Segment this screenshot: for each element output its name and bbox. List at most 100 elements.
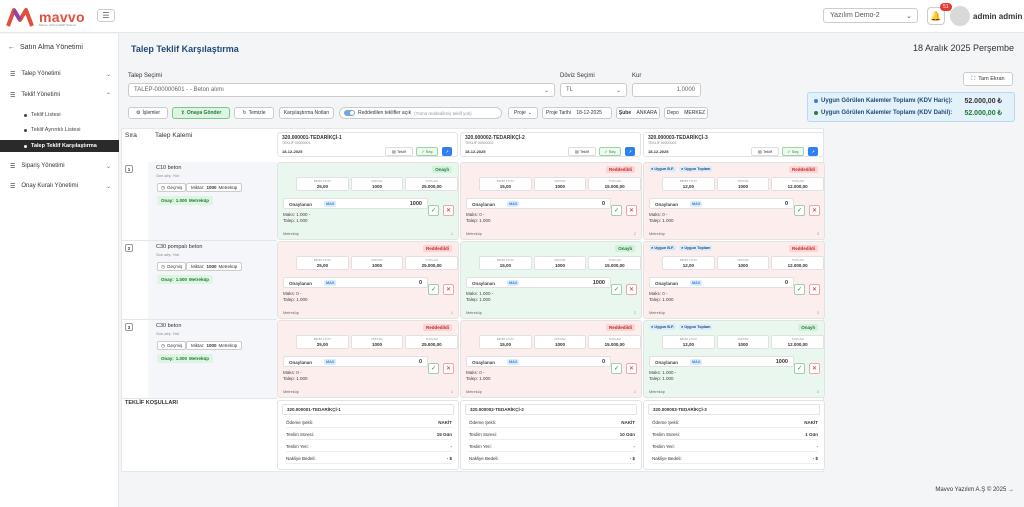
box-label: MİKTAR bbox=[554, 179, 566, 183]
approve-button[interactable]: ✓ bbox=[794, 205, 805, 216]
onay-value: 1.000 bbox=[175, 356, 188, 361]
conditions-row: Nakliye Bedeli: - $ bbox=[652, 455, 818, 464]
item-row: 1 C10 beton Son alış: Yok ◷ Geçmiş Miktar… bbox=[122, 162, 277, 241]
gecmis-button[interactable]: ◷ Geçmiş bbox=[157, 183, 187, 192]
app-logo[interactable]: mavvo Mavvo Yazılım ERP Sistemi bbox=[6, 6, 92, 30]
sidebar-subitem-teklif-ayrintili[interactable]: Teklif Ayrıntılı Listesi bbox=[0, 124, 119, 136]
approve-button[interactable]: ✓ bbox=[428, 284, 439, 295]
sidebar-item-siparis[interactable]: ☰ Sipariş Yönetimi ⌄ bbox=[0, 159, 119, 173]
miktar-info: Miktar: 1000 Metreküp bbox=[186, 262, 243, 271]
onaylanan-input[interactable]: Onaylanan MAX 0 bbox=[466, 198, 611, 209]
approve-button[interactable]: ✓ bbox=[611, 284, 622, 295]
comparison-grid: Sıra Talep Kalemi 320.000001-TEDARİKÇİ-1… bbox=[121, 128, 825, 472]
onaylanan-input[interactable]: Onaylanan MAX 0 bbox=[466, 356, 611, 367]
reject-button[interactable]: ✕ bbox=[809, 363, 820, 374]
onaylanan-input[interactable]: Onaylanan MAX 0 bbox=[649, 198, 794, 209]
sec-button[interactable]: ✓ Seç bbox=[599, 147, 621, 156]
supplier-teklif-no: TEKLİF 00000001 bbox=[282, 141, 311, 145]
gecmis-button[interactable]: ◷ Geçmiş bbox=[157, 341, 187, 350]
max-button[interactable]: MAX bbox=[324, 359, 337, 365]
gecmis-button[interactable]: ◷ Geçmiş bbox=[157, 262, 187, 271]
box-label: TOPLAM bbox=[608, 179, 621, 183]
doviz-select-value: TL bbox=[566, 87, 574, 93]
teklif-button[interactable]: ▤ Teklif bbox=[385, 147, 413, 156]
kur-input[interactable]: 1,0000 bbox=[632, 83, 701, 97]
menu-toggle-button[interactable]: ☰ bbox=[97, 9, 115, 22]
toplam-box: TOPLAM 15.000,00 bbox=[588, 335, 642, 349]
company-select[interactable]: Yazılım Demo-2 ⌄ bbox=[823, 8, 918, 23]
max-button[interactable]: MAX bbox=[507, 280, 520, 286]
limit-info: Maks: 0 - Talep: 1.000 bbox=[283, 291, 308, 303]
reject-button[interactable]: ✕ bbox=[809, 284, 820, 295]
rejected-toggle[interactable]: Reddedilen teklifler açık (Tümü reddedilm… bbox=[339, 107, 502, 119]
reject-button[interactable]: ✕ bbox=[443, 205, 454, 216]
fullscreen-button[interactable]: ⛶ Tam Ekran bbox=[963, 72, 1013, 86]
max-button[interactable]: MAX bbox=[690, 201, 703, 207]
talep-select[interactable]: TALEP-000000601 - - Beton alımı ⌄ bbox=[128, 83, 555, 97]
onaylanan-input[interactable]: Onaylanan MAX 1000 bbox=[283, 198, 428, 209]
temizle-button[interactable]: ↻ Temizle bbox=[234, 107, 274, 119]
box-value: 15.000,00 bbox=[604, 342, 625, 347]
doviz-select[interactable]: TL ⌄ bbox=[560, 83, 627, 97]
price-boxes: BİRİM FİYAT 25,00 MİKTAR 1000 TOPLAM 25.000… bbox=[296, 177, 459, 191]
reject-button[interactable]: ✕ bbox=[626, 363, 637, 374]
box-value: 25.000,00 bbox=[421, 342, 442, 347]
reject-button[interactable]: ✕ bbox=[626, 205, 637, 216]
onaylanan-input[interactable]: Onaylanan MAX 0 bbox=[649, 277, 794, 288]
sidebar-item-teklif[interactable]: ☰ Teklif Yönetimi ⌃ bbox=[0, 88, 119, 102]
total-kdv-dahil: Uygun Görülen Kalemler Toplamı (KDV Dahi… bbox=[814, 110, 1010, 117]
sidebar-subitem-karsilastirma[interactable]: Talep Teklif Karşılaştırma bbox=[0, 140, 119, 152]
reject-button[interactable]: ✕ bbox=[443, 363, 454, 374]
sidebar-subitem-teklif-listesi[interactable]: Teklif Listesi bbox=[0, 109, 119, 121]
approve-button[interactable]: ✓ bbox=[611, 205, 622, 216]
approve-button[interactable]: ✓ bbox=[428, 205, 439, 216]
birim-fiyat-box: BİRİM FİYAT 12,00 bbox=[662, 256, 715, 270]
onaylanan-value: 0 bbox=[418, 280, 422, 286]
proje-select[interactable]: Proje ⌄ bbox=[508, 107, 538, 119]
unit-text: Metreküp bbox=[283, 311, 299, 315]
max-button[interactable]: MAX bbox=[507, 359, 520, 365]
avatar[interactable] bbox=[950, 6, 970, 26]
item-cell: C30 pompalı beton Son alış: Yok ◷ Geçmiş … bbox=[148, 241, 277, 319]
reject-button[interactable]: ✕ bbox=[443, 284, 454, 295]
supplier-column-header: 320.000001-TEDARİKÇİ-1 TEKLİF 00000001 1… bbox=[277, 132, 458, 157]
onaylanan-label: Onaylanan bbox=[472, 360, 496, 365]
approve-button[interactable]: ✓ bbox=[611, 363, 622, 374]
max-button[interactable]: MAX bbox=[690, 280, 703, 286]
approve-button[interactable]: ✓ bbox=[794, 363, 805, 374]
onay-label: Onay: bbox=[161, 198, 174, 203]
teklif-button[interactable]: ▤ Teklif bbox=[568, 147, 596, 156]
reject-button[interactable]: ✕ bbox=[626, 284, 637, 295]
user-name[interactable]: admin admin bbox=[973, 12, 1022, 21]
open-link-button[interactable]: ↗ bbox=[808, 147, 818, 156]
onaylanan-input[interactable]: Onaylanan MAX 0 bbox=[283, 277, 428, 288]
onaya-gonder-button[interactable]: ⇪ Onaya Gönder bbox=[172, 107, 230, 119]
onaylanan-input[interactable]: Onaylanan MAX 0 bbox=[283, 356, 428, 367]
max-button[interactable]: MAX bbox=[690, 359, 703, 365]
sidebar-item-talep[interactable]: ☰ Talep Yönetimi ⌄ bbox=[0, 67, 119, 81]
islemler-button[interactable]: ⚙ İşlemler bbox=[128, 107, 168, 119]
condition-value: - $ bbox=[812, 456, 818, 461]
max-button[interactable]: MAX bbox=[324, 201, 337, 207]
open-link-button[interactable]: ↗ bbox=[625, 147, 635, 156]
onaylanan-value: 0 bbox=[784, 201, 788, 207]
teklif-button[interactable]: ▤ Teklif bbox=[751, 147, 779, 156]
box-label: BİRİM FİYAT bbox=[313, 337, 331, 341]
onaylanan-input[interactable]: Onaylanan MAX 1000 bbox=[649, 356, 794, 367]
sec-button[interactable]: ✓ Seç bbox=[782, 147, 804, 156]
badge-group: ● Uygun B.F. ● Uygun Toplam bbox=[649, 245, 713, 251]
condition-value: - $ bbox=[446, 456, 452, 461]
condition-value: NAKİT bbox=[438, 420, 452, 425]
karsilastirma-notlari-button[interactable]: Karşılaştırma Notları bbox=[279, 107, 334, 119]
sidebar-back[interactable]: ← Satın Alma Yönetimi bbox=[8, 44, 83, 51]
onaylanan-input[interactable]: Onaylanan MAX 1000 bbox=[466, 277, 611, 288]
open-link-button[interactable]: ↗ bbox=[442, 147, 452, 156]
approve-button[interactable]: ✓ bbox=[794, 284, 805, 295]
price-boxes: BİRİM FİYAT 15,00 MİKTAR 1000 TOPLAM 15.000… bbox=[479, 256, 642, 270]
max-button[interactable]: MAX bbox=[324, 280, 337, 286]
reject-button[interactable]: ✕ bbox=[809, 205, 820, 216]
sidebar-item-onay-kurali[interactable]: ☰ Onay Kuralı Yönetimi ⌄ bbox=[0, 179, 119, 193]
sec-button[interactable]: ✓ Seç bbox=[416, 147, 438, 156]
approve-button[interactable]: ✓ bbox=[428, 363, 439, 374]
max-button[interactable]: MAX bbox=[507, 201, 520, 207]
